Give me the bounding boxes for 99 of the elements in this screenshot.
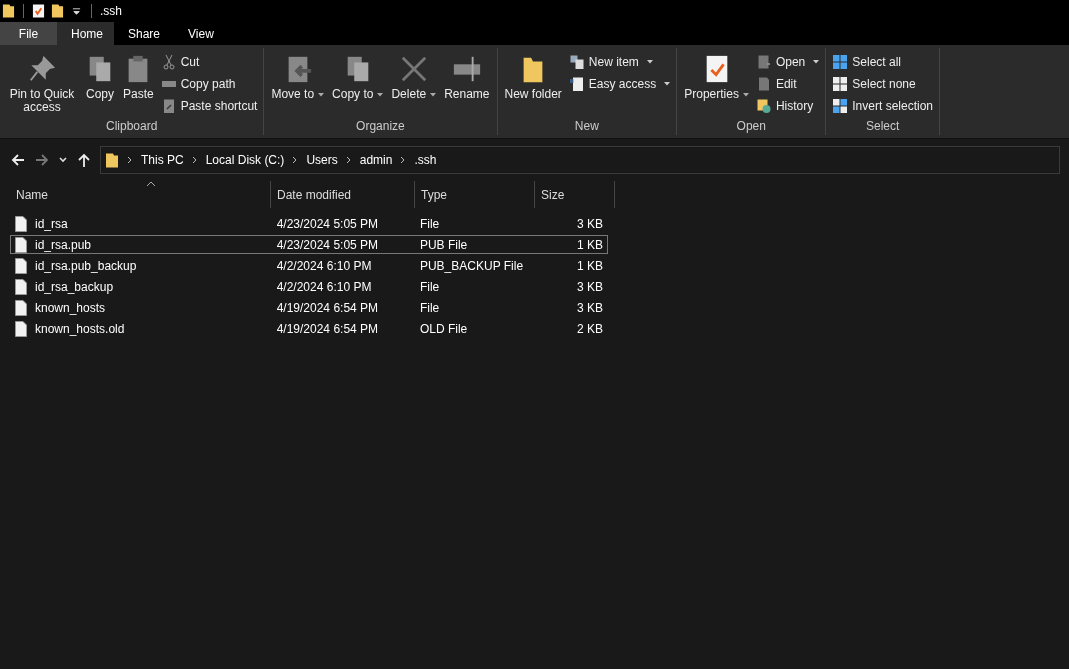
ribbon-tab[interactable]: View (174, 22, 228, 45)
table-cell-text: PUB File (418, 237, 469, 252)
file-icon (15, 236, 27, 253)
group-label: Open (735, 118, 767, 135)
invert-selection-icon (832, 98, 849, 114)
table-cell-text: PUB_BACKUP File (418, 258, 525, 273)
scissors-icon (160, 54, 177, 70)
file-row[interactable]: id_rsa.pub_backup 4/2/2024 6:10 PM PUB_BACKUP File 1 KB (10, 256, 608, 275)
ribbon-button[interactable]: Select all (830, 53, 935, 71)
properties-icon[interactable] (32, 3, 45, 19)
table-cell-text: File (418, 300, 441, 315)
file-row[interactable]: known_hosts 4/19/2024 6:54 PM File 3 KB (10, 298, 608, 317)
chevron-right-icon[interactable] (292, 155, 299, 165)
ribbon-button[interactable]: Easy access (566, 75, 673, 93)
table-cell-text: 4/23/2024 5:05 PM (275, 216, 380, 231)
file-name: known_hosts.old (35, 321, 125, 336)
ribbon-button[interactable]: Delete (388, 48, 440, 117)
file-menu-tab[interactable]: File (0, 22, 57, 45)
history-icon (755, 98, 772, 114)
select-none-icon (832, 76, 849, 92)
column-header[interactable]: Name (10, 181, 271, 208)
file-row[interactable]: id_rsa.pub 4/23/2024 5:05 PM PUB File 1 KB (10, 235, 608, 254)
select-all-icon (832, 54, 849, 70)
ribbon-button[interactable]: Cut (158, 53, 260, 71)
table-cell-text: 4/19/2024 6:54 PM (275, 300, 380, 315)
up-arrow-icon[interactable] (76, 152, 92, 168)
folder-icon (105, 151, 119, 169)
ribbon-button[interactable]: Invert selection (830, 97, 935, 115)
chevron-down-icon[interactable] (58, 155, 68, 165)
dropdown-icon[interactable] (70, 6, 83, 16)
file-icon (15, 215, 27, 232)
ribbon-button[interactable]: History (753, 97, 822, 115)
group-label: Clipboard (105, 118, 159, 135)
pin-icon (27, 54, 57, 84)
table-cell-text: 1 KB (576, 258, 604, 273)
breadcrumb[interactable]: Users (306, 153, 338, 167)
group-label: Select (864, 118, 901, 135)
ribbon-button[interactable]: Copy path (158, 75, 260, 93)
file-icon (15, 299, 27, 316)
ribbon-button[interactable]: Paste (120, 48, 157, 117)
table-cell-text: 3 KB (576, 216, 604, 231)
table-cell-text: 4/2/2024 6:10 PM (275, 279, 373, 294)
table-cell-text: 4/23/2024 5:05 PM (275, 237, 380, 252)
breadcrumb[interactable]: .ssh (414, 153, 437, 167)
new-item-icon (568, 54, 585, 70)
file-name: id_rsa_backup (35, 279, 114, 294)
group-label: New (573, 118, 600, 135)
ribbon-button[interactable]: Copy (82, 48, 118, 117)
ribbon-button[interactable]: Properties (681, 48, 752, 117)
chevron-right-icon[interactable] (345, 155, 352, 165)
ribbon-button[interactable]: Paste shortcut (158, 97, 260, 115)
ribbon-button[interactable]: Pin to Quick access (4, 48, 80, 117)
file-name: id_rsa (35, 216, 68, 231)
document-icon (568, 76, 585, 92)
folder-icon[interactable] (51, 3, 64, 19)
ribbon-button[interactable]: Rename (441, 48, 493, 117)
table-cell-text: 2 KB (576, 321, 604, 336)
table-cell-text: OLD File (418, 321, 469, 336)
ribbon-button[interactable]: Copy to (329, 48, 387, 117)
breadcrumb[interactable]: Local Disk (C:) (205, 153, 285, 167)
back-arrow-icon[interactable] (10, 152, 26, 168)
column-header[interactable]: Size (535, 181, 615, 208)
window-title: .ssh (100, 4, 122, 18)
file-icon (15, 320, 27, 337)
file-name: known_hosts (35, 300, 106, 315)
ribbon-button[interactable]: Select none (830, 75, 935, 93)
column-header[interactable]: Type (415, 181, 535, 208)
breadcrumb[interactable]: admin (359, 153, 393, 167)
forward-arrow-icon[interactable] (34, 152, 50, 168)
chevron-right-icon[interactable] (400, 155, 407, 165)
file-name: id_rsa.pub (35, 237, 92, 252)
group-label: Organize (355, 118, 406, 135)
ribbon-tab[interactable]: Home (57, 22, 114, 45)
file-icon (15, 257, 27, 274)
table-cell-text: 1 KB (576, 237, 604, 252)
ribbon-button[interactable]: Edit (753, 75, 822, 93)
folder-icon[interactable] (2, 3, 15, 19)
address-bar[interactable]: This PC Local Disk (C:) Users admin .ssh (100, 146, 1060, 174)
chevron-right-icon[interactable] (127, 155, 133, 165)
table-cell-text: File (418, 279, 441, 294)
file-name: id_rsa.pub_backup (35, 258, 137, 273)
table-cell-text: 4/19/2024 6:54 PM (275, 321, 380, 336)
table-cell-text: 3 KB (576, 300, 604, 315)
file-row[interactable]: id_rsa 4/23/2024 5:05 PM File 3 KB (10, 214, 608, 233)
table-cell-text: 4/2/2024 6:10 PM (275, 258, 373, 273)
ribbon-button[interactable]: New item (566, 53, 673, 71)
ribbon-button[interactable]: Open (753, 53, 822, 71)
ribbon-button[interactable]: New folder (501, 48, 565, 117)
ribbon-tab[interactable]: Share (114, 22, 175, 45)
file-icon (15, 278, 27, 295)
rename-icon (451, 54, 482, 84)
ribbon-button[interactable]: Move to (268, 48, 328, 117)
table-cell-text: File (418, 216, 441, 231)
file-row[interactable]: id_rsa_backup 4/2/2024 6:10 PM File 3 KB (10, 277, 608, 296)
table-cell-text: 3 KB (576, 279, 604, 294)
breadcrumb[interactable]: This PC (141, 153, 184, 167)
column-header[interactable]: Date modified (271, 181, 415, 208)
chevron-right-icon[interactable] (191, 155, 198, 165)
file-row[interactable]: known_hosts.old 4/19/2024 6:54 PM OLD File 2 KB (10, 319, 608, 338)
